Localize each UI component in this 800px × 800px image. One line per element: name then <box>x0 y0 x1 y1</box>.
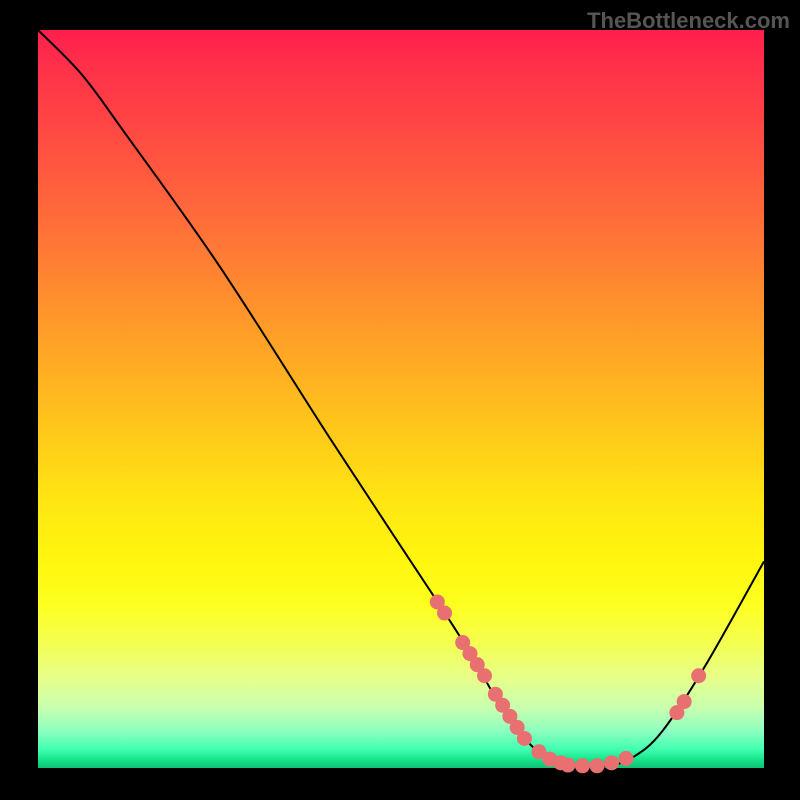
data-marker <box>437 606 452 621</box>
data-marker <box>477 668 492 683</box>
data-marker <box>604 755 619 770</box>
bottleneck-curve <box>38 30 764 767</box>
data-markers <box>430 594 706 773</box>
watermark-text: TheBottleneck.com <box>587 8 790 34</box>
data-marker <box>619 751 634 766</box>
data-marker <box>677 694 692 709</box>
plot-area <box>38 30 764 768</box>
data-marker <box>560 758 575 773</box>
data-marker <box>517 731 532 746</box>
data-marker <box>590 758 605 773</box>
data-marker <box>575 758 590 773</box>
data-marker <box>691 668 706 683</box>
chart-svg <box>38 30 764 768</box>
